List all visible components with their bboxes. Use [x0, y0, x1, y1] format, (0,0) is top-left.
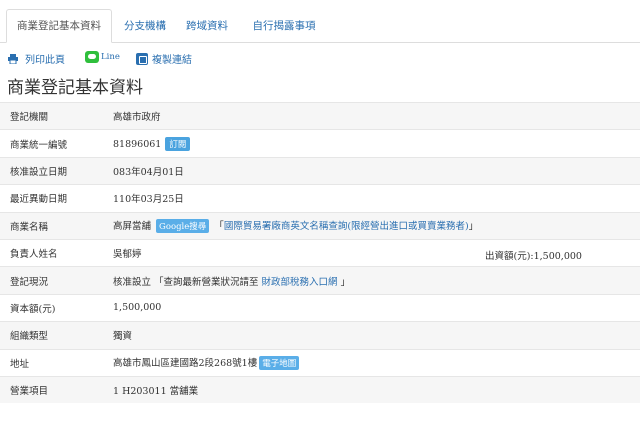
tax-portal-link[interactable]: 財政部稅務入口網: [262, 277, 338, 288]
table-row: 登記機關 高雄市政府: [0, 101, 640, 130]
bracket-open: 「: [214, 221, 224, 233]
copy-label: 複製連結: [152, 55, 192, 66]
row-value: 獨資: [103, 321, 640, 350]
row-label: 資本額(元): [0, 293, 103, 322]
owner-name: 吳郁婷: [113, 249, 142, 261]
row-label: 商業名稱: [0, 211, 103, 240]
table-row: 商業名稱 高屏當舖 Google搜尋 「國際貿易署廠商英文名稱查詢(限經營出進口…: [0, 211, 640, 240]
table-row: 資本額(元) 1,500,000: [0, 293, 640, 322]
tab-branches[interactable]: 分支機構: [120, 10, 170, 42]
print-button[interactable]: 列印此頁: [8, 51, 65, 66]
print-label: 列印此頁: [25, 55, 65, 66]
bracket-close: 」: [468, 221, 479, 233]
row-value: 高屏當舖 Google搜尋 「國際貿易署廠商英文名稱查詢(限經營出進口或買賣業務…: [103, 211, 640, 240]
row-label: 營業項目: [0, 375, 103, 404]
table-row: 登記現況 核准設立 「查詢最新營業狀況請至 財政部稅務入口網 」: [0, 266, 640, 295]
table-row: 商業統一編號 81896061 訂閱: [0, 129, 640, 158]
tab-cross-domain[interactable]: 跨域資料: [182, 10, 232, 42]
table-row: 負責人姓名 吳郁婷 出資額(元):1,500,000: [0, 238, 640, 267]
status-text: 核准設立 「查詢最新營業狀況請至: [113, 276, 262, 288]
row-label: 最近異動日期: [0, 184, 103, 213]
row-label: 核准設立日期: [0, 156, 103, 185]
tab-bar: 商業登記基本資料 分支機構 跨域資料 自行揭露事項: [0, 0, 640, 43]
row-value: 高雄市鳳山區建國路2段268號1樓 電子地圖: [103, 348, 640, 377]
row-value: 110年03月25日: [103, 184, 640, 213]
map-button[interactable]: 電子地圖: [259, 356, 300, 371]
row-value: 1,500,000: [103, 293, 640, 322]
trade-english-name-link[interactable]: 國際貿易署廠商英文名稱查詢(限經營出進口或買賣業務者): [224, 221, 469, 232]
line-share-button[interactable]: Line: [85, 51, 120, 63]
row-label: 登記機關: [0, 101, 103, 130]
copy-icon: [136, 52, 148, 65]
row-label: 地址: [0, 348, 103, 377]
tab-self-disclosure[interactable]: 自行揭露事項: [251, 10, 317, 42]
row-value: 吳郁婷 出資額(元):1,500,000: [103, 238, 640, 267]
line-label: Line: [101, 52, 120, 62]
table-row: 核准設立日期 083年04月01日: [0, 156, 640, 185]
status-close: 」: [337, 276, 351, 288]
address-text: 高雄市鳳山區建國路2段268號1樓: [113, 358, 258, 370]
row-label: 負責人姓名: [0, 238, 103, 267]
row-value: 81896061 訂閱: [103, 129, 640, 158]
business-name: 高屏當舖: [113, 221, 152, 233]
table-row: 營業項目 1 H203011 當舖業: [0, 375, 640, 404]
page-title: 商業登記基本資料: [7, 78, 143, 98]
google-search-button[interactable]: Google搜尋: [156, 219, 210, 234]
uniform-number: 81896061: [113, 138, 162, 150]
registration-table: 登記機關 高雄市政府 商業統一編號 81896061 訂閱 核准設立日期 083年…: [0, 101, 640, 404]
table-row: 最近異動日期 110年03月25日: [0, 184, 640, 213]
row-label: 登記現況: [0, 266, 103, 295]
line-icon: [85, 51, 99, 63]
tab-business-registration[interactable]: 商業登記基本資料: [6, 9, 112, 43]
row-value: 高雄市政府: [103, 101, 640, 130]
table-row: 地址 高雄市鳳山區建國路2段268號1樓 電子地圖: [0, 348, 640, 377]
row-label: 商業統一編號: [0, 129, 103, 158]
row-value: 1 H203011 當舖業: [103, 375, 640, 404]
row-value: 核准設立 「查詢最新營業狀況請至 財政部稅務入口網 」: [103, 266, 640, 295]
subscribe-button[interactable]: 訂閱: [165, 136, 191, 151]
row-value: 083年04月01日: [103, 156, 640, 185]
contribution-amount: 出資額(元):1,500,000: [485, 250, 582, 262]
row-label: 組織類型: [0, 321, 103, 350]
copy-link-button[interactable]: 複製連結: [136, 51, 192, 66]
table-row: 組織類型 獨資: [0, 321, 640, 350]
printer-icon: [8, 53, 18, 64]
